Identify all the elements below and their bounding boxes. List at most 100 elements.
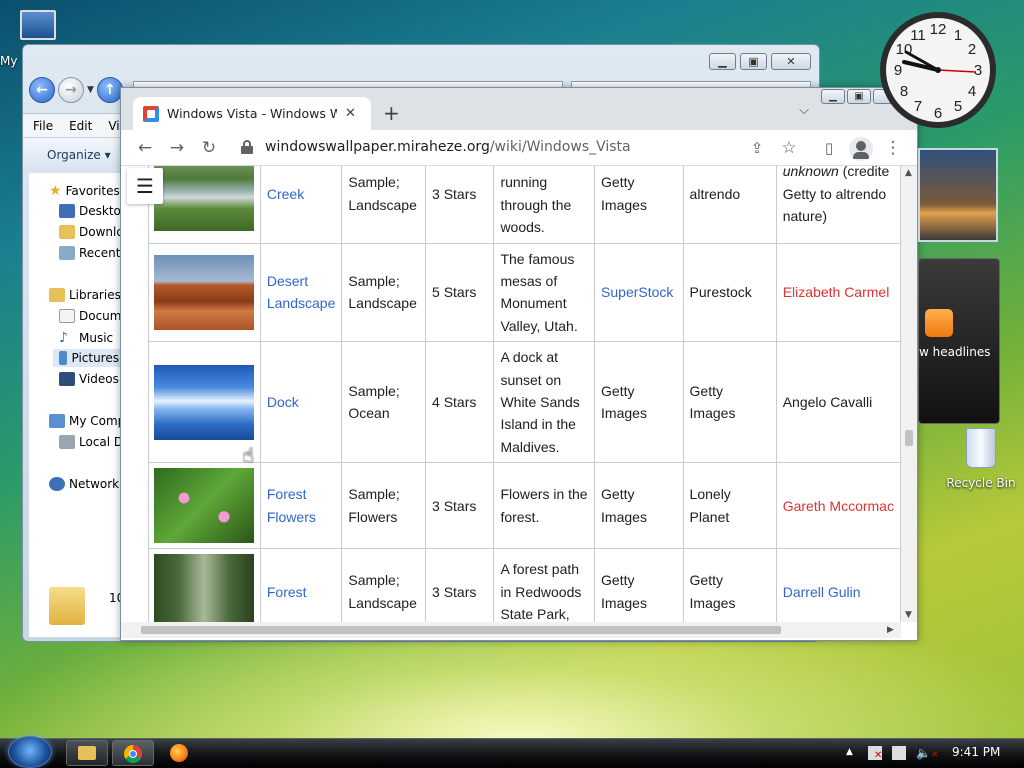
maximize-button[interactable]: ▣ (847, 89, 871, 104)
author-unknown: unknown (782, 166, 839, 180)
category-text: Sample; Flowers (348, 486, 400, 525)
firefox-icon[interactable] (170, 744, 188, 762)
reload-icon[interactable]: ↻ (199, 138, 219, 158)
new-tab-button[interactable]: + (383, 101, 400, 125)
nav-pictures[interactable]: Pictures (53, 349, 125, 367)
menu-file[interactable]: File (33, 119, 53, 133)
cell-rating: 3 Stars (425, 462, 495, 550)
nav-music[interactable]: ♪ Music (59, 330, 113, 346)
recent-places-icon (59, 246, 75, 260)
minimize-button[interactable]: ▁ (709, 53, 736, 70)
cell-photographer: altrendo (682, 166, 777, 244)
url-bar[interactable]: windowswallpaper.miraheze.org/wiki/Windo… (265, 139, 631, 155)
cell-category: Sample; Ocean (341, 341, 427, 464)
tab-windows-vista[interactable]: Windows Vista - Windows Wallpaper ✕ (133, 97, 371, 130)
category-text: Sample; Landscape (348, 572, 417, 611)
desktop-icon-recycle-bin[interactable]: Recycle Bin (942, 428, 1020, 490)
nav-videos[interactable]: Videos (59, 372, 119, 386)
tab-close-icon[interactable]: ✕ (345, 106, 356, 121)
more-menu-icon[interactable]: ⋮ (883, 138, 903, 158)
back-arrow-icon[interactable]: ← (135, 138, 155, 158)
name-text[interactable]: Forest Flowers (267, 486, 316, 524)
nav-documents[interactable]: Docum (59, 309, 121, 323)
wallpaper-thumbnail[interactable] (154, 254, 254, 330)
share-icon[interactable]: ⇪ (747, 138, 767, 158)
action-center-icon[interactable]: ✕ (868, 746, 882, 761)
pictures-icon (59, 351, 68, 365)
feed-headlines-gadget[interactable]: w headlines (918, 258, 1000, 424)
bookmark-star-icon[interactable]: ☆ (779, 138, 799, 158)
nav-libraries[interactable]: Libraries (49, 288, 121, 302)
scroll-down-arrow-icon[interactable]: ▼ (905, 610, 912, 620)
menu-edit[interactable]: Edit (69, 119, 92, 133)
svg-text:9: 9 (894, 62, 902, 79)
vertical-scrollbar[interactable]: ▲ ▼ (901, 166, 917, 622)
nav-desktop[interactable]: Desktop (59, 204, 129, 218)
author-text[interactable]: Darrell Gulin (783, 584, 861, 600)
nav-downloads[interactable]: Downlo (59, 225, 124, 239)
recent-pages-dropdown[interactable]: ▼ (87, 85, 94, 95)
name-text[interactable]: Creek (267, 186, 304, 202)
svg-text:11: 11 (910, 27, 926, 44)
wallpaper-thumbnail[interactable] (154, 166, 254, 232)
chrome-window[interactable]: Windows Vista - Windows Wallpaper ✕ + ⌵ … (120, 87, 918, 641)
music-icon: ♪ (59, 330, 68, 346)
drive-icon (59, 435, 75, 449)
profile-avatar-icon[interactable] (849, 137, 873, 161)
nav-network[interactable]: Network (49, 477, 119, 491)
source-text[interactable]: SuperStock (601, 284, 673, 300)
taskbar-explorer-button[interactable] (66, 740, 108, 766)
nav-local-disk[interactable]: Local D (59, 435, 123, 449)
wallpaper-thumbnail[interactable] (154, 468, 254, 544)
horizontal-scrollbar[interactable]: ▶ (121, 622, 901, 638)
nav-computer[interactable]: My Comp (49, 414, 125, 428)
cell-author: unknown (credite Getty to altrendo natur… (775, 166, 901, 244)
tab-search-chevron-icon[interactable]: ⌵ (799, 103, 809, 118)
chrome-tab-strip: Windows Vista - Windows Wallpaper ✕ + ⌵ … (121, 88, 917, 130)
network-tray-icon[interactable] (892, 746, 906, 760)
url-path: /wiki/Windows_Vista (489, 139, 631, 155)
photographer-text: Getty Images (689, 572, 736, 611)
wallpaper-thumbnail[interactable] (154, 364, 254, 440)
tray-show-hidden-icon[interactable]: ▲ (846, 747, 853, 757)
tray-clock[interactable]: 9:41 PM (952, 745, 1000, 759)
back-button[interactable]: ← (29, 77, 55, 103)
wiki-page-content[interactable]: ☰ Creek Sample; Landscape 3 Stars A creek r… (121, 166, 901, 622)
maximize-button[interactable]: ▣ (740, 53, 767, 70)
name-text[interactable]: Desert Landscape (267, 273, 336, 311)
wallpaper-thumbnail[interactable] (154, 554, 254, 622)
start-orb-icon[interactable] (8, 736, 52, 768)
explorer-navigation-pane: ★ Favorites Desktop Downlo Recent Librar… (29, 173, 129, 637)
taskbar-chrome-button[interactable] (112, 740, 154, 766)
author-text[interactable]: Elizabeth Carmel (783, 284, 890, 300)
horizontal-scroll-thumb[interactable] (141, 626, 781, 634)
cell-description: A forest path in Redwoods State Park, (493, 548, 596, 622)
description-text: The famous mesas of Monument Valley, Uta… (500, 250, 578, 334)
nav-videos-label: Videos (79, 372, 119, 386)
hand-cursor-icon: ☝ (242, 443, 255, 467)
svg-text:7: 7 (914, 98, 922, 115)
scroll-up-arrow-icon[interactable]: ▲ (905, 168, 912, 178)
vertical-scroll-thumb[interactable] (905, 430, 913, 446)
nav-recent[interactable]: Recent (59, 246, 120, 260)
scroll-right-arrow-icon[interactable]: ▶ (887, 625, 894, 635)
volume-muted-icon[interactable]: 🔈✕ (916, 746, 939, 760)
nav-recent-label: Recent (79, 246, 121, 260)
side-panel-icon[interactable]: ▯ (819, 138, 839, 158)
name-text[interactable]: Dock (267, 394, 299, 410)
slideshow-gadget[interactable] (918, 148, 998, 242)
cell-category: Sample; Flowers (341, 462, 427, 550)
forward-button[interactable]: → (58, 77, 84, 103)
forward-arrow-icon[interactable]: → (167, 138, 187, 158)
close-button[interactable]: ✕ (771, 53, 811, 70)
table-of-contents-icon[interactable]: ☰ (127, 168, 163, 204)
menu-view[interactable]: Vi (108, 119, 119, 133)
downloads-folder-icon (59, 225, 75, 239)
author-text[interactable]: Gareth Mccormac (783, 498, 894, 514)
organize-button[interactable]: Organize ▾ (47, 148, 111, 162)
minimize-button[interactable]: ▁ (821, 89, 845, 104)
name-text[interactable]: Forest (267, 584, 307, 600)
lock-icon[interactable] (241, 140, 253, 154)
photographer-text: Lonely Planet (689, 486, 731, 525)
nav-favorites[interactable]: ★ Favorites (49, 183, 120, 199)
